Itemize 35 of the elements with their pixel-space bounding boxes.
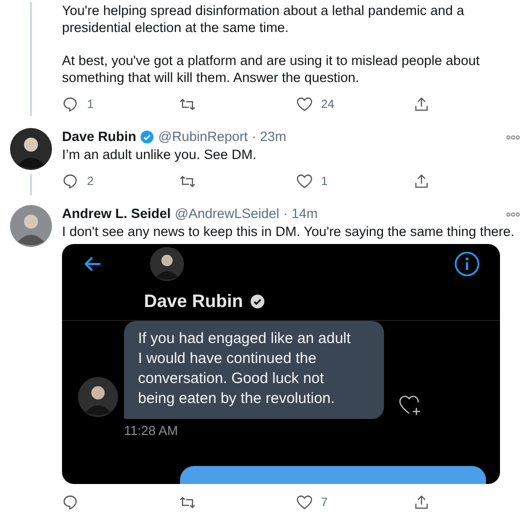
reply-count: 1 bbox=[87, 97, 94, 111]
message-time: 11:28 AM bbox=[123, 423, 179, 438]
avatar-icon bbox=[150, 247, 184, 281]
tweet-time[interactable]: · 23m bbox=[252, 128, 286, 146]
like-count: 1 bbox=[321, 174, 328, 188]
avatar-icon[interactable] bbox=[10, 128, 52, 170]
tweet-time[interactable]: · 14m bbox=[283, 205, 318, 223]
like-count: 7 bbox=[321, 495, 328, 509]
share-icon[interactable] bbox=[413, 96, 430, 112]
tweet-text: At best, you've got a platform and are using it to mislead people about something that will kill them. Answer the question. bbox=[62, 52, 481, 86]
reply-icon[interactable] bbox=[62, 494, 79, 510]
tweet-text: You're helping spread disinformation about a lethal pandemic and a presidential election at the same time. bbox=[62, 2, 466, 36]
message-bubble: If you had engaged like an adult I would have continued the conversation. Good luck not being eaten by the revolution. bbox=[124, 321, 384, 419]
more-icon[interactable] bbox=[506, 212, 520, 216]
info-icon bbox=[454, 251, 480, 277]
share-icon[interactable] bbox=[413, 172, 430, 190]
like-count: 24 bbox=[321, 97, 334, 111]
share-icon[interactable] bbox=[413, 494, 430, 510]
like-icon[interactable] bbox=[296, 96, 313, 112]
reply-icon[interactable] bbox=[62, 172, 79, 190]
like-icon[interactable] bbox=[296, 494, 313, 510]
heart-plus-icon bbox=[398, 395, 422, 417]
author-name[interactable]: Andrew L. Seidel bbox=[62, 205, 171, 223]
like-icon[interactable] bbox=[296, 172, 313, 190]
author-name[interactable]: Dave Rubin bbox=[62, 128, 136, 146]
tweet-text: I don't see any news to keep this in DM. You're saying the same thing there. bbox=[62, 223, 516, 240]
avatar-icon[interactable] bbox=[10, 205, 52, 247]
reply-count: 2 bbox=[87, 174, 94, 188]
tweet-text: I’m an adult unlike you. See DM. bbox=[62, 146, 258, 163]
contact-name: Dave Rubin bbox=[144, 290, 244, 312]
avatar-icon bbox=[78, 377, 118, 417]
more-icon[interactable] bbox=[506, 134, 520, 140]
author-handle[interactable]: @RubinReport bbox=[158, 128, 248, 146]
reply-icon[interactable] bbox=[62, 96, 79, 112]
author-handle[interactable]: @AndrewLSeidel bbox=[174, 205, 280, 223]
